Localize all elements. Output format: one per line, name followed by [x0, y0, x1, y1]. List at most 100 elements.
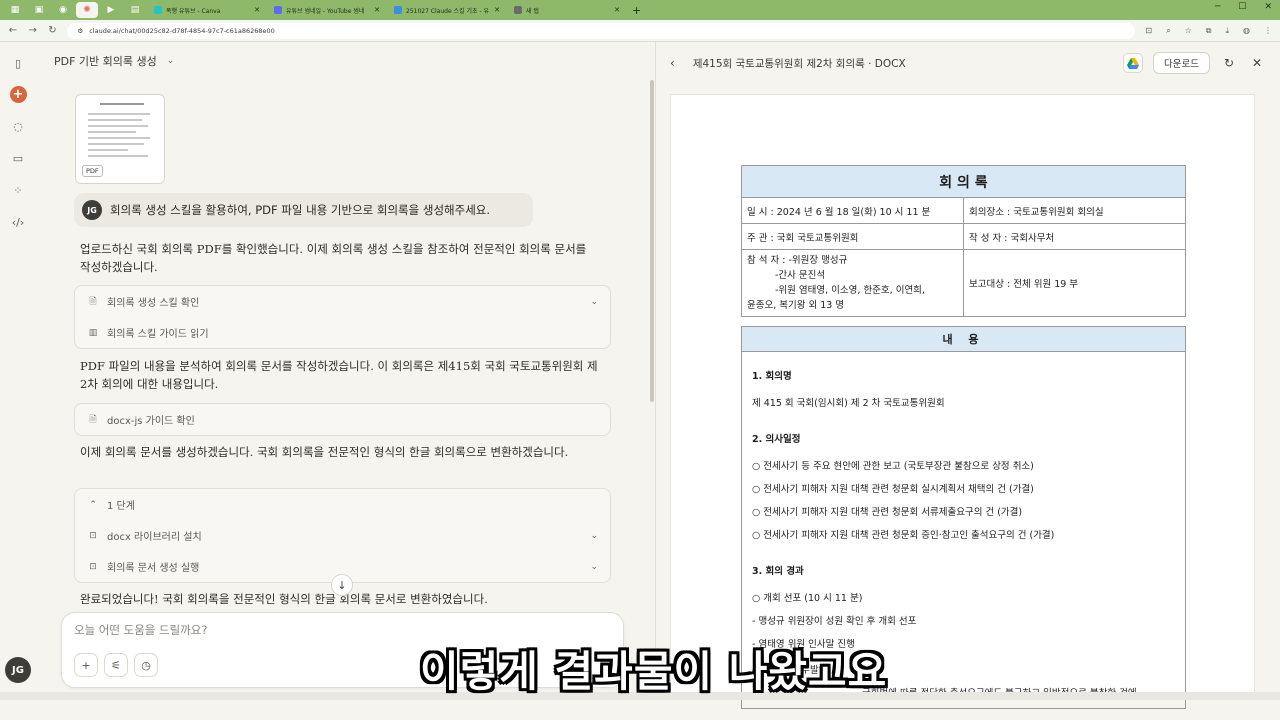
- sidebar-toggle-icon[interactable]: ▯: [9, 54, 27, 72]
- refresh-icon[interactable]: ↻: [1220, 56, 1238, 70]
- close-icon[interactable]: ✕: [1248, 56, 1266, 70]
- message-input[interactable]: [74, 623, 604, 637]
- tool-step[interactable]: ⊡ docx 라이브러리 설치 ⌄: [75, 520, 610, 551]
- pinned-tab[interactable]: ▣: [28, 2, 50, 18]
- tools-settings-button[interactable]: ⚟: [104, 653, 128, 677]
- section-heading: 2. 의사일정: [752, 434, 801, 445]
- tab-favicon-icon: [514, 6, 522, 14]
- step-header[interactable]: ⌃ 1 단계: [75, 489, 610, 520]
- account-avatar[interactable]: JG: [5, 657, 31, 683]
- new-tab-button[interactable]: +: [632, 4, 641, 17]
- pinned-tab[interactable]: ▦: [4, 2, 26, 18]
- window-controls: ─ ☐ ✕: [1215, 2, 1272, 12]
- tab-close-icon[interactable]: ✕: [374, 6, 380, 14]
- pinned-tab[interactable]: ▤: [124, 2, 146, 18]
- chevron-down-icon[interactable]: ⌄: [590, 297, 598, 307]
- meeting-date: 일 시 : 2024 년 6 월 18 일(화) 10 시 11 분: [741, 197, 964, 224]
- maximize-icon[interactable]: ☐: [1238, 2, 1246, 12]
- tab-close-icon[interactable]: ✕: [494, 6, 500, 14]
- content-heading: 내 용: [742, 327, 1185, 352]
- pdf-badge: PDF: [82, 165, 103, 177]
- scroll-to-bottom-button[interactable]: ↓: [331, 574, 353, 596]
- chat-scrollbar[interactable]: [650, 80, 654, 402]
- tab-favicon-icon: [274, 6, 282, 14]
- attendees-cell: 참 석 자 : -위원장 맹성규 -간사 문진석 -위원 염태영, 이소영, 한…: [741, 249, 964, 317]
- browser-tab[interactable]: 새 탭 ✕: [508, 1, 626, 19]
- section-text: 제 415 회 국회(임시회) 제 2 차 국토교통위원회: [752, 398, 945, 409]
- pinned-tab[interactable]: ▶: [100, 2, 122, 18]
- document-preview-panel: ‹ 제415회 국토교통위원회 제2차 회의록 · DOCX 다운로드 ↻ ✕ …: [656, 42, 1280, 709]
- tool-use-group: 🗎 docx-js 가이드 확인: [74, 403, 611, 436]
- chevron-up-icon[interactable]: ⌃: [87, 500, 99, 510]
- url-field[interactable]: ⚙ claude.ai/chat/00d25c82-d78f-4854-97c7…: [67, 22, 1136, 39]
- add-attachment-button[interactable]: +: [74, 653, 98, 677]
- back-icon[interactable]: ←: [8, 25, 18, 36]
- document-title: 제415회 국토교통위원회 제2차 회의록 · DOCX: [692, 57, 906, 70]
- agenda-item: ○ 전세사기 피해자 지원 대책 관련 청문회 실시계획서 채택의 건 (가결): [752, 484, 1034, 495]
- document-page: 회 의 록 일 시 : 2024 년 6 월 18 일(화) 10 시 11 분…: [670, 94, 1255, 709]
- minutes-heading: 회 의 록: [741, 165, 1186, 198]
- translate-icon[interactable]: ⊡: [1145, 26, 1152, 36]
- profile-icon[interactable]: ◍: [1243, 26, 1250, 36]
- close-window-icon[interactable]: ✕: [1264, 2, 1272, 12]
- back-icon[interactable]: ‹: [670, 56, 675, 70]
- book-icon: ▥: [88, 327, 98, 338]
- site-info-icon[interactable]: ⚙: [77, 27, 83, 35]
- minutes-document: 회 의 록 일 시 : 2024 년 6 월 18 일(화) 10 시 11 분…: [741, 165, 1186, 709]
- minimize-icon[interactable]: ─: [1215, 2, 1220, 12]
- google-drive-button[interactable]: [1123, 53, 1144, 73]
- projects-icon[interactable]: ▭: [9, 149, 27, 167]
- download-button[interactable]: 다운로드: [1153, 52, 1210, 74]
- forward-icon[interactable]: →: [28, 25, 38, 36]
- zoom-icon[interactable]: ⌕: [1166, 26, 1170, 36]
- tool-step[interactable]: ▥ 회의록 스킬 가이드 읽기: [75, 317, 610, 348]
- terminal-icon: ⊡: [89, 530, 97, 541]
- chats-icon[interactable]: ◌: [9, 117, 27, 135]
- pinned-tab[interactable]: ◉: [52, 2, 74, 18]
- minutes-header-table: 회 의 록 일 시 : 2024 년 6 월 18 일(화) 10 시 11 분…: [741, 165, 1186, 317]
- meeting-place: 회의장소 : 국토교통위원회 회의실: [963, 197, 1186, 224]
- file-icon: 🗎: [89, 296, 97, 307]
- tab-close-icon[interactable]: ✕: [614, 6, 620, 14]
- chevron-down-icon[interactable]: ⌄: [590, 562, 598, 572]
- history-button[interactable]: ◷: [134, 653, 158, 677]
- code-icon[interactable]: ‹/›: [9, 213, 27, 231]
- meeting-host: 주 관 : 국회 국토교통위원회: [741, 223, 964, 250]
- assistant-paragraph: PDF 파일의 내용을 분석하여 회의록 문서를 작성하겠습니다. 이 회의록은…: [80, 359, 598, 391]
- tool-use-group: 🗎 회의록 생성 스킬 확인 ⌄ ▥ 회의록 스킬 가이드 읽기: [74, 285, 611, 349]
- menu-icon[interactable]: ⋮: [1264, 26, 1272, 36]
- browser-tab[interactable]: 251027 Claude 스킬 기초 - 유 ✕: [388, 1, 506, 19]
- reload-icon[interactable]: ↻: [48, 25, 58, 36]
- section-heading: 1. 회의명: [752, 371, 792, 382]
- browser-tab[interactable]: 폭행 유튜브 - Canva ✕: [148, 1, 266, 19]
- url-text: claude.ai/chat/00d25c82-d78f-4854-97c7-c…: [89, 26, 275, 35]
- artifacts-icon[interactable]: ⁘: [9, 181, 27, 199]
- terminal-icon: ⊡: [89, 561, 97, 572]
- agenda-item: ○ 전세사기 피해자 지원 대책 관련 청문회 서류제출요구의 건 (가결): [752, 507, 1023, 518]
- tab-favicon-icon: [154, 6, 162, 14]
- tool-step[interactable]: 🗎 docx-js 가이드 확인: [75, 404, 610, 435]
- user-avatar: JG: [82, 200, 102, 220]
- conversation-title[interactable]: PDF 기반 회의록 생성 ⌄: [54, 53, 174, 69]
- google-drive-icon: [1127, 57, 1140, 69]
- tab-favicon-icon: [394, 6, 402, 14]
- download-icon[interactable]: ⤓: [1225, 26, 1229, 36]
- browser-tab-strip: ▦ ▣ ◉ ✺ ▶ ▤ 폭행 유튜브 - Canva ✕ 유튜브 썸네일 - Yo…: [0, 0, 1280, 20]
- pdf-attachment-thumbnail[interactable]: PDF: [75, 94, 165, 184]
- tool-step[interactable]: 🗎 회의록 생성 스킬 확인 ⌄: [75, 286, 610, 317]
- result-item: ○ 개회 선포 (10 시 11 분): [752, 593, 863, 604]
- chevron-down-icon[interactable]: ⌄: [590, 531, 598, 541]
- agenda-item: ○ 전세사기 등 주요 현안에 관한 보고 (국토부장관 불참으로 상정 취소): [752, 461, 1034, 472]
- extensions-icon[interactable]: ⧉: [1206, 26, 1212, 36]
- tab-close-icon[interactable]: ✕: [254, 6, 260, 14]
- pinned-tab-active[interactable]: ✺: [76, 2, 98, 18]
- chevron-down-icon: ⌄: [166, 56, 175, 66]
- browser-tab[interactable]: 유튜브 썸네일 - YouTube 썸네 ✕: [268, 1, 386, 19]
- meeting-writer: 작 성 자 : 국회사무처: [963, 223, 1186, 250]
- user-message: JG 회의록 생성 스킬을 활용하여, PDF 파일 내용 기반으로 회의록을 …: [74, 193, 533, 227]
- document-actions: 다운로드 ↻ ✕: [1123, 52, 1266, 74]
- bookmark-star-icon[interactable]: ☆: [1185, 26, 1192, 36]
- new-chat-button[interactable]: +: [9, 86, 27, 103]
- report-target: 보고대상 : 전체 위원 19 부: [963, 249, 1186, 317]
- assistant-paragraph: 업로드하신 국회 회의록 PDF를 확인했습니다. 이제 회의록 생성 스킬을 …: [80, 242, 587, 274]
